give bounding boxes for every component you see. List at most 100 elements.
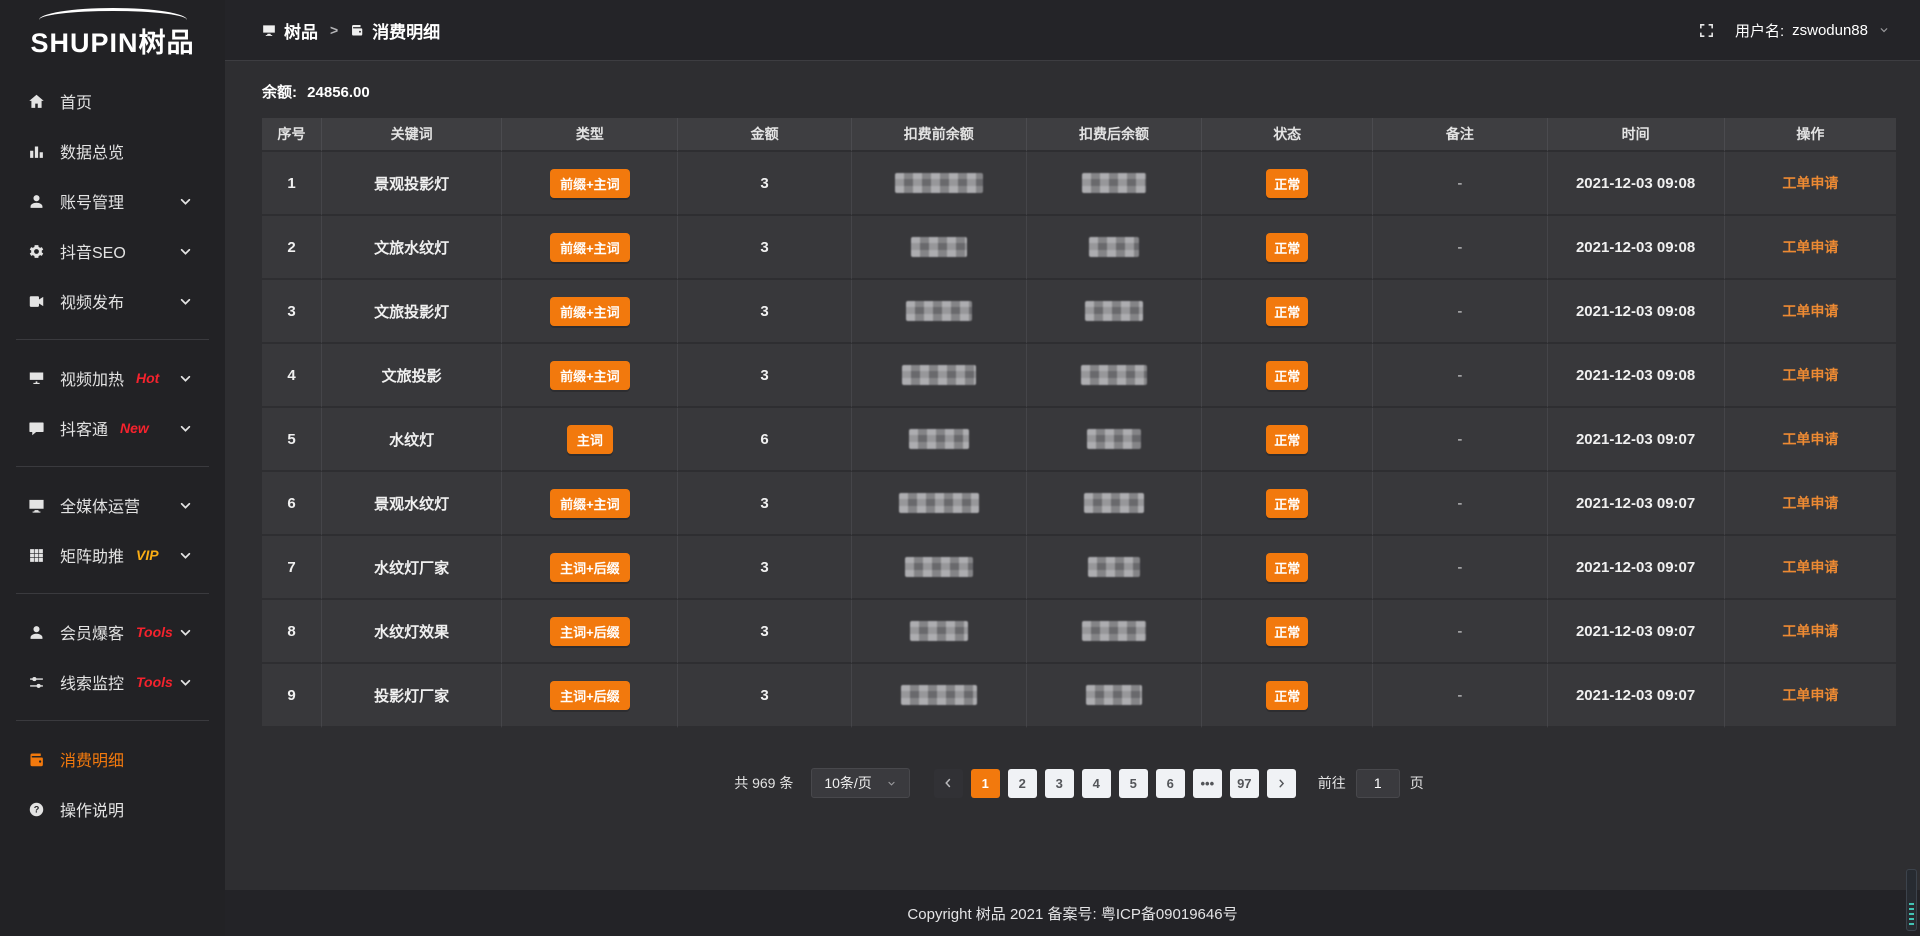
gear-icon xyxy=(28,243,45,260)
masked-value xyxy=(909,429,969,449)
masked-value xyxy=(895,173,983,193)
cell-status: 正常 xyxy=(1202,344,1373,408)
page-button-6[interactable]: 6 xyxy=(1156,769,1185,798)
cell-time: 2021-12-03 09:08 xyxy=(1548,152,1725,216)
cell-time: 2021-12-03 09:08 xyxy=(1548,216,1725,280)
page-size-select[interactable]: 10条/页 xyxy=(811,768,909,798)
type-badge: 前缀+主词 xyxy=(550,489,630,518)
sidebar-item-matrix-boost[interactable]: 矩阵助推VIP xyxy=(0,530,225,580)
sidebar-item-douketong[interactable]: 抖客通New xyxy=(0,403,225,453)
topbar: 树品 > 消费明细 用户名: zswodun88 xyxy=(225,0,1920,61)
sidebar-item-clue-monitor[interactable]: 线索监控Tools xyxy=(0,657,225,707)
user-menu[interactable]: 用户名: zswodun88 xyxy=(1735,20,1890,41)
cell-action: 工单申请 xyxy=(1725,152,1896,216)
cell-index: 1 xyxy=(262,152,322,216)
page-button-4[interactable]: 4 xyxy=(1082,769,1111,798)
work-order-link[interactable]: 工单申请 xyxy=(1782,495,1838,511)
table-row: 5水纹灯主词6正常-2021-12-03 09:07工单申请 xyxy=(262,408,1896,472)
screen-icon xyxy=(28,370,45,387)
prev-page-button[interactable] xyxy=(934,769,963,798)
cell-action: 工单申请 xyxy=(1725,536,1896,600)
cell-keyword: 投影灯厂家 xyxy=(322,664,502,728)
masked-value xyxy=(901,685,977,705)
work-order-link[interactable]: 工单申请 xyxy=(1782,687,1838,703)
work-order-link[interactable]: 工单申请 xyxy=(1782,175,1838,191)
sidebar-item-video-heat[interactable]: 视频加热Hot xyxy=(0,353,225,403)
consumption-table: 序号关键词类型金额扣费前余额扣费后余额状态备注时间操作 1景观投影灯前缀+主词3… xyxy=(262,118,1896,728)
cell-status: 正常 xyxy=(1202,536,1373,600)
page-button-97[interactable]: 97 xyxy=(1230,769,1259,798)
cell-index: 4 xyxy=(262,344,322,408)
fullscreen-icon[interactable] xyxy=(1698,22,1715,39)
sidebar-item-label: 抖客通 xyxy=(60,416,108,440)
sidebar-item-video-publish[interactable]: 视频发布 xyxy=(0,276,225,326)
cell-post-balance xyxy=(1027,216,1202,280)
sidebar-item-member-baoke[interactable]: 会员爆客Tools xyxy=(0,607,225,657)
user-icon xyxy=(28,624,45,641)
work-order-link[interactable]: 工单申请 xyxy=(1782,623,1838,639)
work-order-link[interactable]: 工单申请 xyxy=(1782,559,1838,575)
chevron-down-icon xyxy=(886,778,897,789)
cell-keyword: 景观投影灯 xyxy=(322,152,502,216)
page-ellipsis-button[interactable]: ••• xyxy=(1193,769,1222,798)
cell-status: 正常 xyxy=(1202,408,1373,472)
page-button-1[interactable]: 1 xyxy=(971,769,1000,798)
sidebar-item-operation-guide[interactable]: ?操作说明 xyxy=(0,784,225,834)
breadcrumb-current[interactable]: 消费明细 xyxy=(350,18,440,43)
sidebar-item-account-management[interactable]: 账号管理 xyxy=(0,176,225,226)
cell-post-balance xyxy=(1027,344,1202,408)
next-page-button[interactable] xyxy=(1267,769,1296,798)
cell-keyword: 文旅投影 xyxy=(322,344,502,408)
app-logo[interactable]: SHUPIN树品 xyxy=(0,0,225,62)
type-badge: 主词+后缀 xyxy=(550,617,630,646)
cell-amount: 3 xyxy=(678,152,851,216)
page-button-2[interactable]: 2 xyxy=(1008,769,1037,798)
cell-pre-balance xyxy=(852,280,1027,344)
work-order-link[interactable]: 工单申请 xyxy=(1782,367,1838,383)
sidebar-item-label: 全媒体运营 xyxy=(60,493,140,517)
cell-action: 工单申请 xyxy=(1725,280,1896,344)
cell-pre-balance xyxy=(852,408,1027,472)
work-order-link[interactable]: 工单申请 xyxy=(1782,303,1838,319)
page-buttons: 123456 ••• 97 xyxy=(971,769,1259,798)
masked-value xyxy=(1082,173,1146,193)
cell-note: - xyxy=(1373,472,1547,536)
user-icon xyxy=(28,193,45,210)
sidebar-item-media-operation[interactable]: 全媒体运营 xyxy=(0,480,225,530)
cell-post-balance xyxy=(1027,600,1202,664)
work-order-link[interactable]: 工单申请 xyxy=(1782,239,1838,255)
breadcrumb-current-label: 消费明细 xyxy=(372,18,440,43)
sidebar-item-label: 账号管理 xyxy=(60,189,124,213)
status-badge: 正常 xyxy=(1266,553,1308,582)
cell-post-balance xyxy=(1027,664,1202,728)
page-button-3[interactable]: 3 xyxy=(1045,769,1074,798)
sidebar-item-home[interactable]: 首页 xyxy=(0,76,225,126)
sidebar-item-data-overview[interactable]: 数据总览 xyxy=(0,126,225,176)
sidebar-item-consumption-detail[interactable]: 消费明细 xyxy=(0,734,225,784)
cell-pre-balance xyxy=(852,216,1027,280)
sidebar-item-douyin-seo[interactable]: 抖音SEO xyxy=(0,226,225,276)
cell-time: 2021-12-03 09:07 xyxy=(1548,536,1725,600)
video-icon xyxy=(28,293,45,310)
cell-keyword: 水纹灯 xyxy=(322,408,502,472)
page-size-value: 10条/页 xyxy=(824,773,871,793)
type-badge: 前缀+主词 xyxy=(550,361,630,390)
chevron-left-icon xyxy=(941,776,955,790)
status-badge: 正常 xyxy=(1266,361,1308,390)
cell-index: 5 xyxy=(262,408,322,472)
breadcrumb-root[interactable]: 树品 xyxy=(262,18,318,43)
breadcrumb-root-label: 树品 xyxy=(284,18,318,43)
cell-keyword: 文旅投影灯 xyxy=(322,280,502,344)
type-badge: 主词+后缀 xyxy=(550,553,630,582)
cell-time: 2021-12-03 09:07 xyxy=(1548,600,1725,664)
work-order-link[interactable]: 工单申请 xyxy=(1782,431,1838,447)
cell-note: - xyxy=(1373,408,1547,472)
page-button-5[interactable]: 5 xyxy=(1119,769,1148,798)
grid-icon xyxy=(28,547,45,564)
username-value: zswodun88 xyxy=(1792,22,1868,39)
cell-note: - xyxy=(1373,216,1547,280)
svg-text:?: ? xyxy=(34,804,40,814)
cell-action: 工单申请 xyxy=(1725,344,1896,408)
jump-page-input[interactable] xyxy=(1356,769,1400,798)
corner-widget[interactable] xyxy=(1906,869,1917,931)
